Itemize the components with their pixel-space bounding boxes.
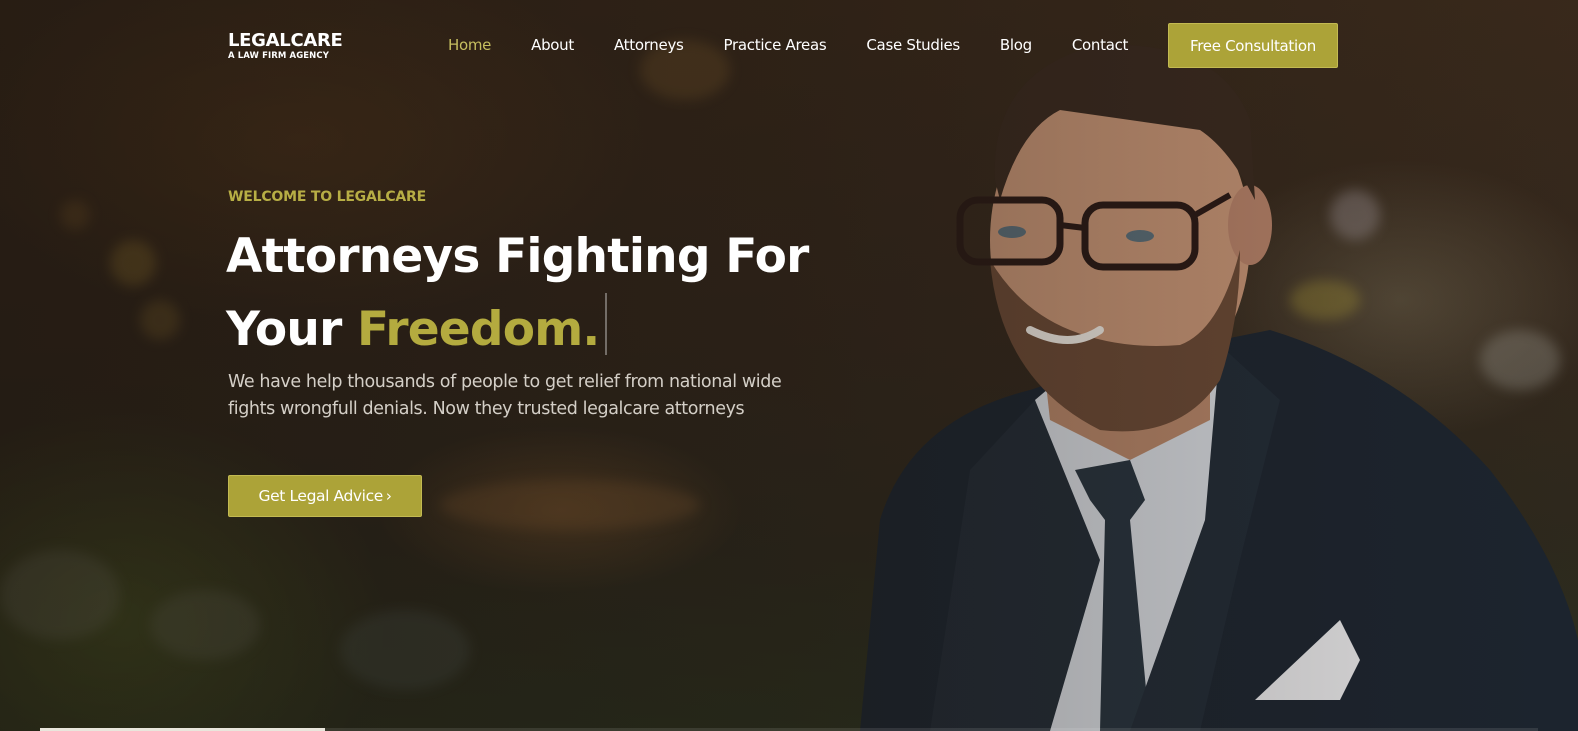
free-consultation-button[interactable]: Free Consultation xyxy=(1168,23,1338,68)
hero-headline: Attorneys Fighting For Your Freedom. xyxy=(226,220,846,366)
nav-about[interactable]: About xyxy=(531,36,574,54)
headline-line-2: Your xyxy=(226,302,342,357)
headline-line-1: Attorneys Fighting For xyxy=(226,229,809,284)
nav-case-studies[interactable]: Case Studies xyxy=(866,36,960,54)
advice-button-label: Get Legal Advice xyxy=(258,487,384,505)
site-logo[interactable]: LEGALCARE A LAW FIRM AGENCY xyxy=(228,30,343,62)
hero-eyebrow: WELCOME TO LEGALCARE xyxy=(228,189,426,205)
nav-practice-areas[interactable]: Practice Areas xyxy=(724,36,827,54)
headline-accent: Freedom. xyxy=(357,302,600,357)
logo-title: LEGALCARE xyxy=(228,30,343,51)
nav-contact[interactable]: Contact xyxy=(1072,36,1129,54)
main-nav: Home About Attorneys Practice Areas Case… xyxy=(448,36,1168,54)
get-legal-advice-button[interactable]: Get Legal Advice › xyxy=(228,475,422,517)
nav-blog[interactable]: Blog xyxy=(1000,36,1032,54)
nav-attorneys[interactable]: Attorneys xyxy=(614,36,684,54)
nav-home[interactable]: Home xyxy=(448,36,491,54)
text-cursor xyxy=(605,293,608,355)
logo-tagline: A LAW FIRM AGENCY xyxy=(228,51,329,61)
hero-description: We have help thousands of people to get … xyxy=(228,372,782,419)
chevron-right-icon: › xyxy=(385,487,392,505)
